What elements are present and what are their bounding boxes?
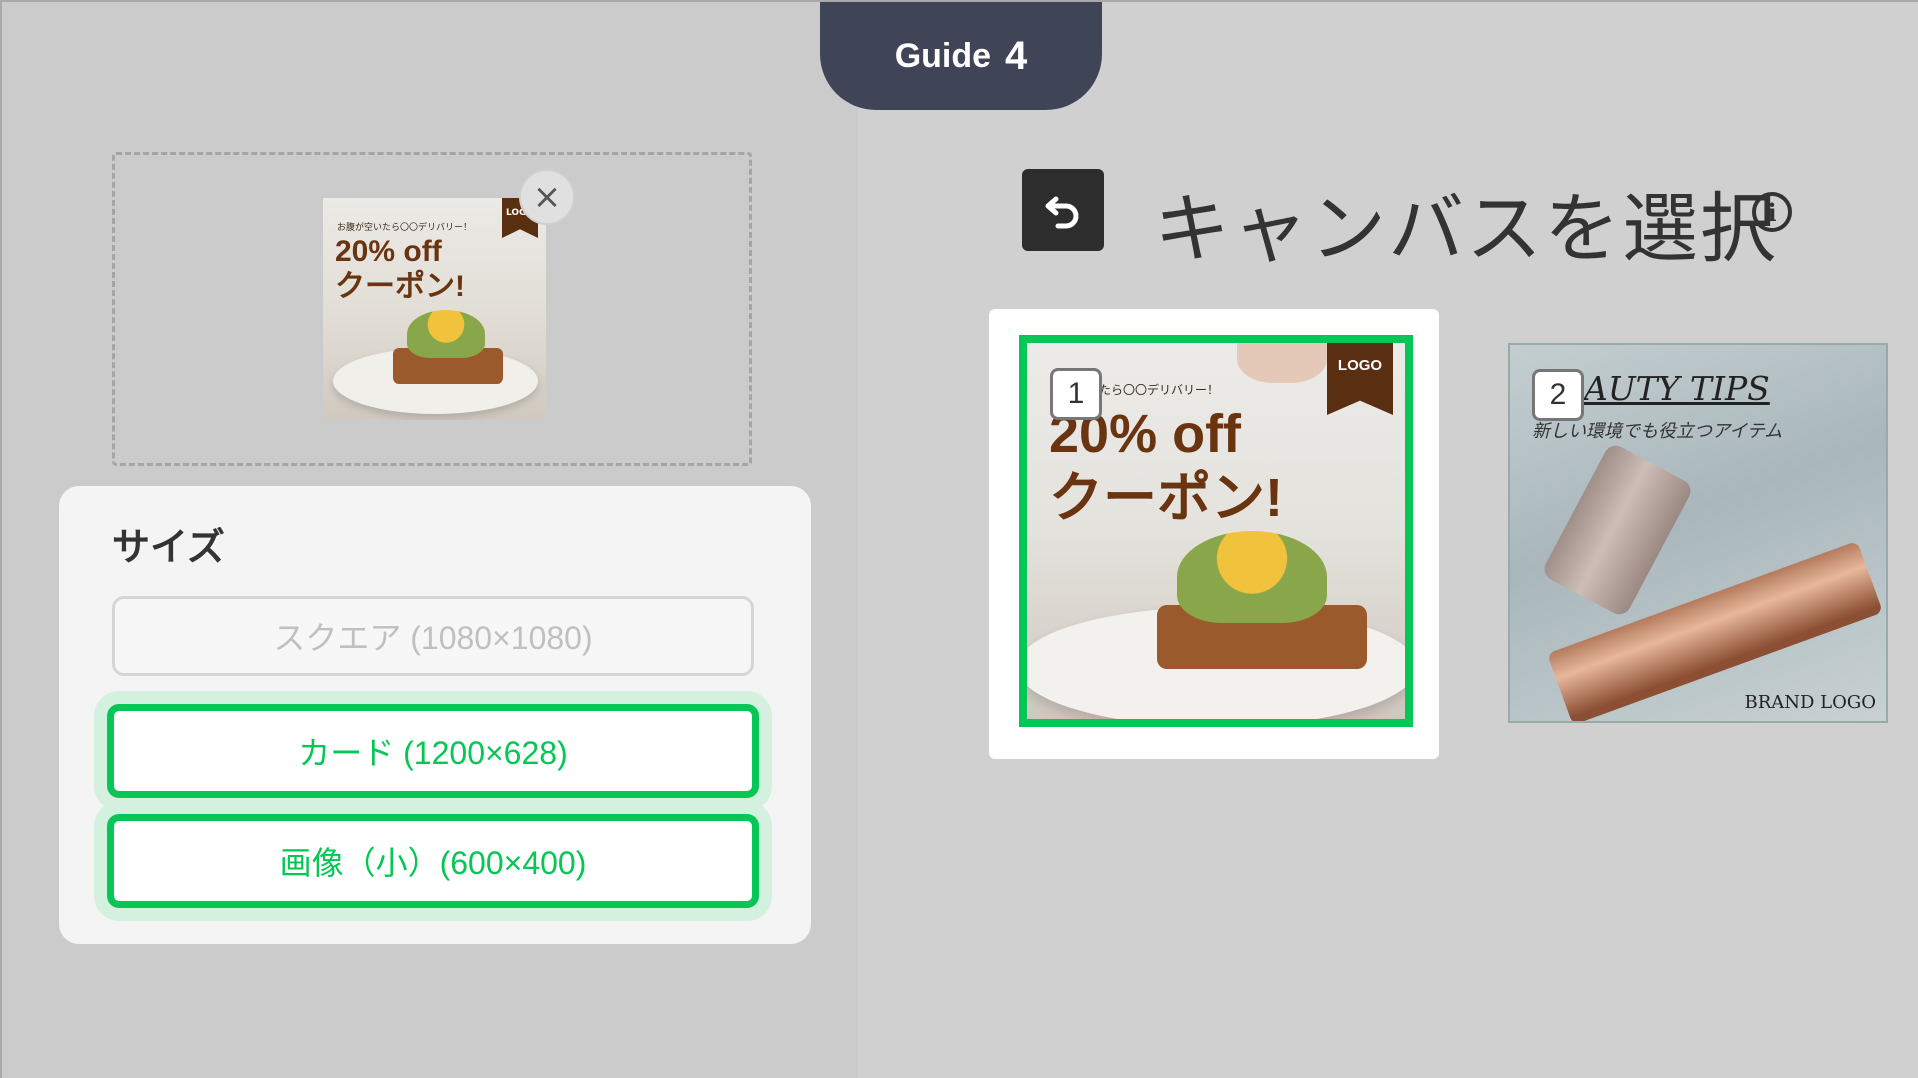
guide-label: Guide [894, 36, 992, 75]
canvas-2-brand-logo: BRAND LOGO [1744, 692, 1876, 713]
guide-number: 4 [1005, 33, 1028, 78]
page-title: キャンバスを選択 [1154, 184, 1778, 273]
info-icon[interactable]: i [1752, 192, 1792, 232]
thumb-headline: 20% off クーポン! [335, 235, 465, 304]
canvas-1-small-text: いたら〇〇デリバリー！ [1087, 383, 1220, 397]
size-panel: サイズ スクエア (1080×1080) カード (1200×628) 画像（小… [59, 486, 811, 944]
uploaded-image-thumbnail: LOGO お腹が空いたら〇〇デリバリー！ 20% off クーポン! [323, 198, 546, 420]
canvas-2-title: AUTY TIPS [1584, 369, 1770, 408]
canvas-number-badge-1: 1 [1050, 368, 1102, 420]
upload-drop-zone[interactable]: LOGO お腹が空いたら〇〇デリバリー！ 20% off クーポン! × [112, 152, 752, 466]
canvas-1-headline: 20% off クーポン! [1049, 404, 1283, 528]
back-button[interactable] [1022, 169, 1104, 251]
thumb-food [407, 310, 485, 358]
size-option-card[interactable]: カード (1200×628) [107, 704, 759, 798]
size-panel-title: サイズ [112, 525, 225, 569]
undo-arrow-icon [1045, 196, 1079, 229]
thumb-small-text: お腹が空いたら〇〇デリバリー！ [337, 223, 473, 233]
canvas-1-food [1177, 531, 1327, 623]
guide-tab: Guide 4 [820, 2, 1102, 110]
close-icon: × [532, 177, 562, 217]
canvas-1-logo: LOGO [1327, 343, 1393, 415]
canvas-2-tube-small [1540, 441, 1695, 619]
canvas-number-badge-2: 2 [1532, 369, 1584, 421]
remove-image-button[interactable]: × [519, 169, 575, 225]
canvas-1-hand [1237, 343, 1327, 383]
size-option-square[interactable]: スクエア (1080×1080) [112, 596, 754, 676]
size-option-image-small[interactable]: 画像（小）(600×400) [107, 814, 759, 908]
info-glyph: i [1767, 197, 1777, 227]
